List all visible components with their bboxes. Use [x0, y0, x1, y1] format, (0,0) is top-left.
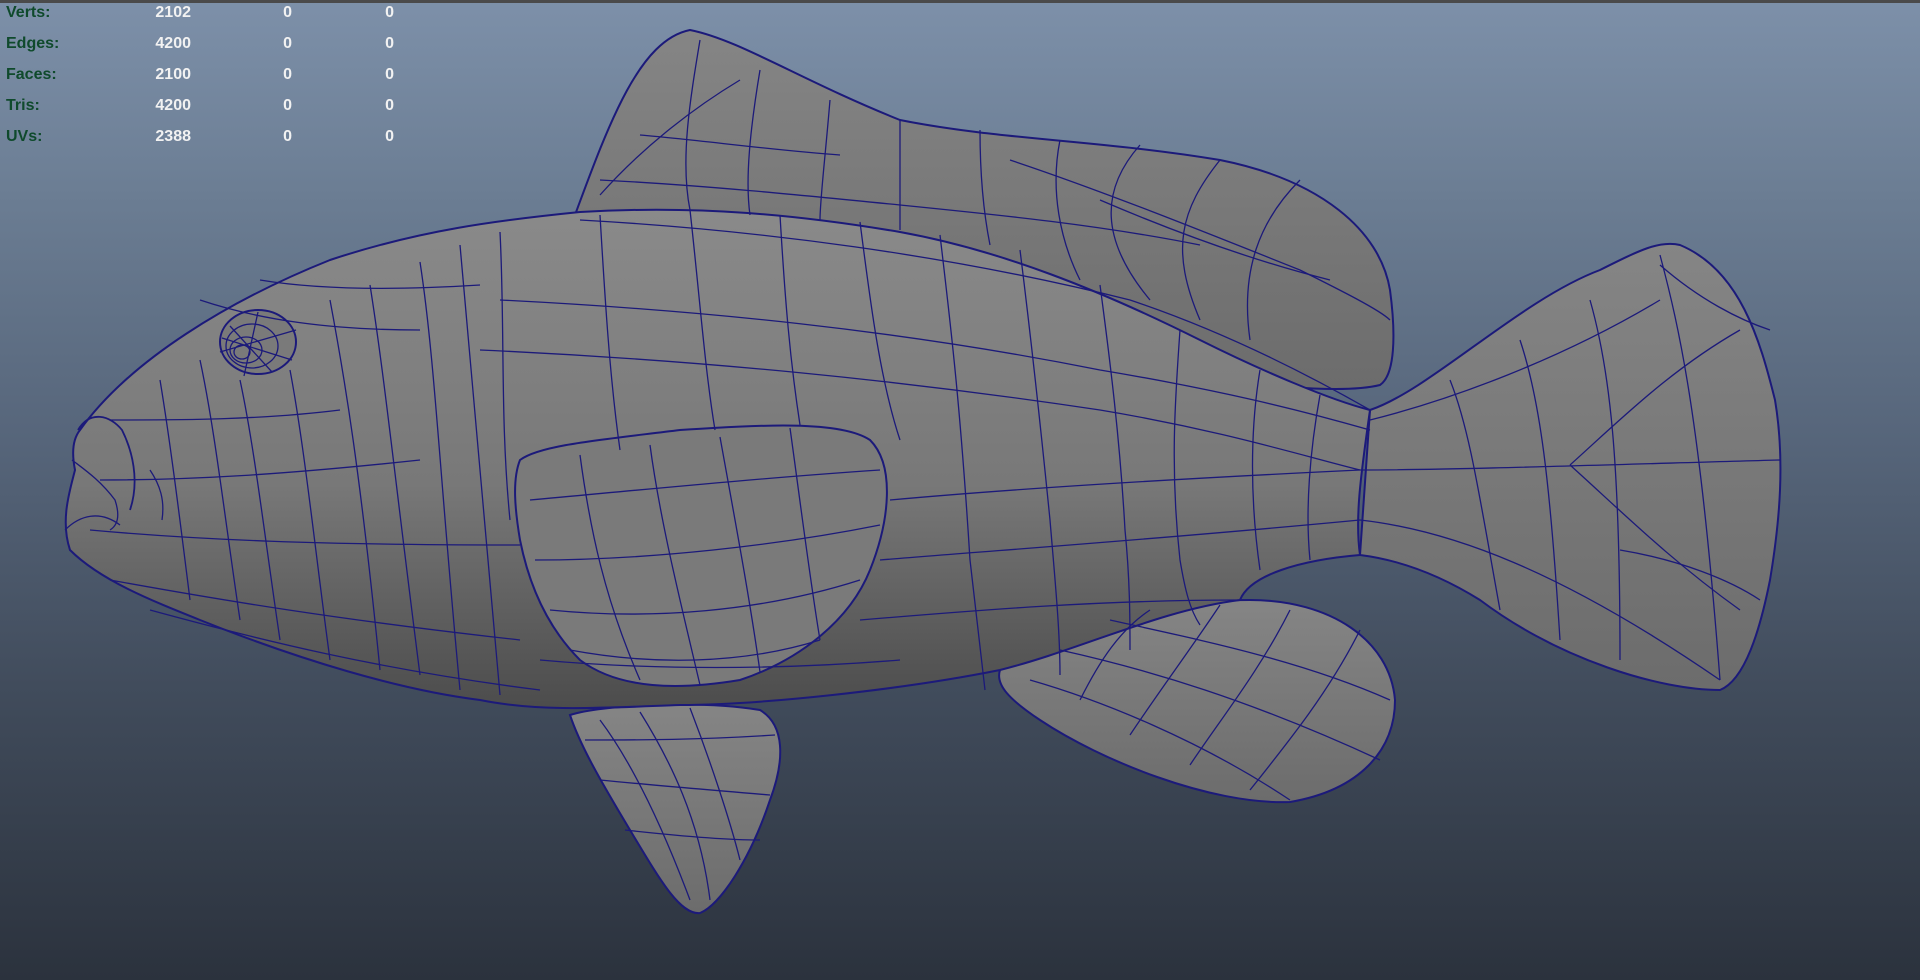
hud-label: Tris: — [6, 97, 40, 114]
hud-value-object: 4200 — [155, 35, 191, 52]
hud-value-selected: 0 — [283, 35, 292, 52]
hud-row-uvs: UVs: 2388 0 0 — [6, 126, 426, 157]
hud-label: Edges: — [6, 35, 60, 52]
pelvic-fin — [568, 703, 782, 915]
hud-value-object: 2102 — [155, 4, 191, 21]
hud-row-edges: Edges: 4200 0 0 — [6, 33, 426, 64]
hud-value-selected: 0 — [283, 128, 292, 145]
hud-row-faces: Faces: 2100 0 0 — [6, 64, 426, 95]
hud-value-component: 0 — [385, 128, 394, 145]
hud-value-component: 0 — [385, 4, 394, 21]
hud-value-component: 0 — [385, 97, 394, 114]
hud-value-selected: 0 — [283, 4, 292, 21]
hud-value-object: 2100 — [155, 66, 191, 83]
3d-viewport[interactable]: Verts: 2102 0 0 Edges: 4200 0 0 Faces: 2… — [0, 0, 1920, 980]
hud-label: UVs: — [6, 128, 43, 145]
hud-value-object: 4200 — [155, 97, 191, 114]
hud-value-component: 0 — [385, 66, 394, 83]
hud-row-verts: Verts: 2102 0 0 — [6, 2, 426, 33]
hud-value-selected: 0 — [283, 97, 292, 114]
poly-count-hud: Verts: 2102 0 0 Edges: 4200 0 0 Faces: 2… — [6, 2, 426, 157]
hud-value-object: 2388 — [155, 128, 191, 145]
hud-label: Verts: — [6, 4, 51, 21]
hud-value-component: 0 — [385, 35, 394, 52]
hud-value-selected: 0 — [283, 66, 292, 83]
tail-fin — [1358, 242, 1782, 692]
hud-label: Faces: — [6, 66, 57, 83]
hud-row-tris: Tris: 4200 0 0 — [6, 95, 426, 126]
